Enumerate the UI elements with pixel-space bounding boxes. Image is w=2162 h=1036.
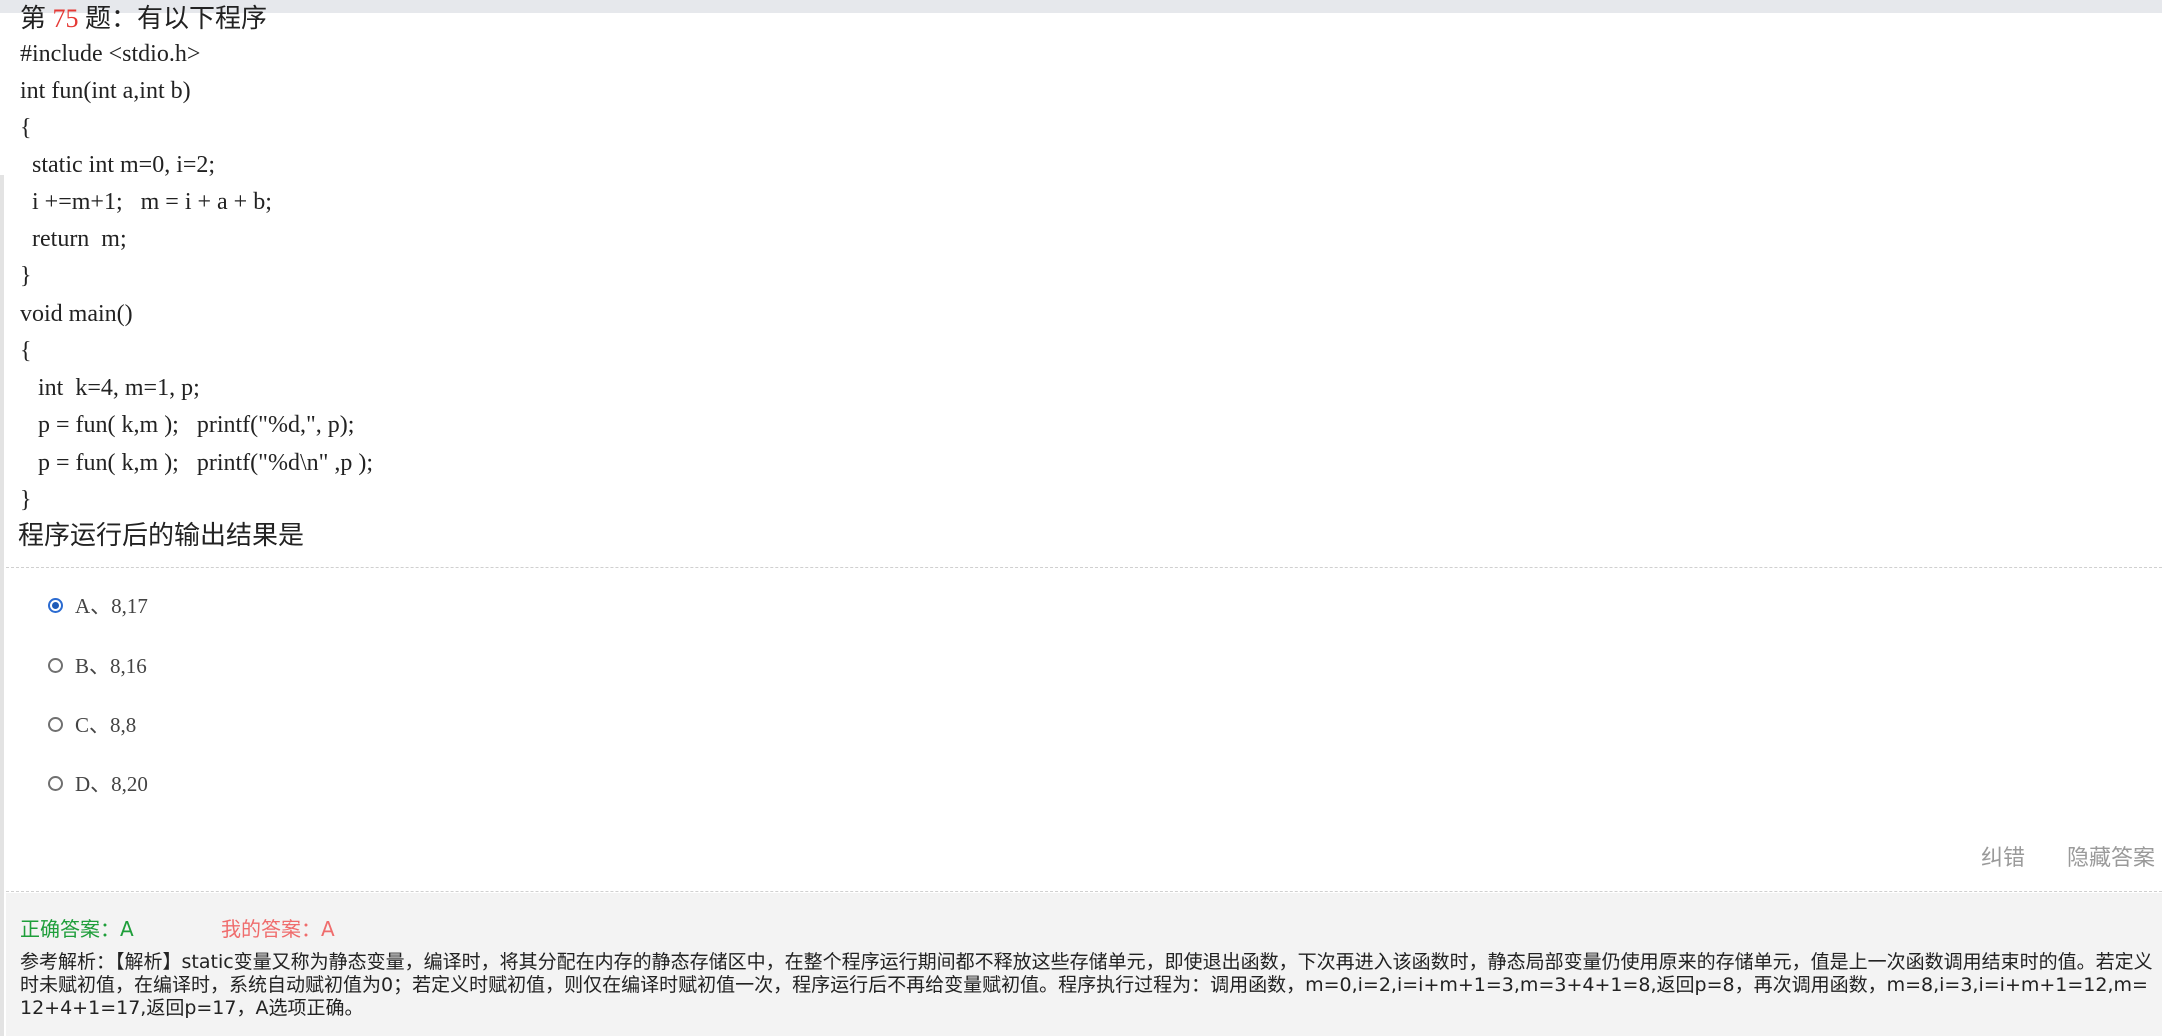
option-c[interactable]: C、8,8 <box>48 704 136 744</box>
question-prefix: 第 <box>20 4 47 33</box>
code-line: int fun(int a,int b) <box>20 78 191 104</box>
code-line: } <box>20 263 32 289</box>
answer-panel: 正确答案：A 我的答案：A 参考解析：【解析】static变量又称为静态变量，编… <box>6 893 2162 1036</box>
correct-answer: 正确答案：A <box>20 917 134 941</box>
code-line: i +=m+1; m = i + a + b; <box>20 189 272 215</box>
code-line: p = fun( k,m ); printf("%d\n" ,p ); <box>20 450 374 476</box>
option-label: C、8,8 <box>75 713 137 737</box>
option-b[interactable]: B、8,16 <box>48 645 147 685</box>
option-label: A、8,17 <box>75 594 148 618</box>
option-d[interactable]: D、8,20 <box>48 763 148 803</box>
code-line: p = fun( k,m ); printf("%d,", p); <box>20 412 355 438</box>
code-line: { <box>20 338 32 364</box>
question-title: 题：有以下程序 <box>85 4 268 33</box>
code-line: int k=4, m=1, p; <box>20 375 200 401</box>
code-line: static int m=0, i=2; <box>20 152 216 178</box>
code-line: #include <stdio.h> <box>20 41 201 67</box>
answer-explanation: 参考解析：【解析】static变量又称为静态变量，编译时，将其分配在内存的静态存… <box>20 951 2153 1019</box>
hide-answer-link[interactable]: 隐藏答案 <box>2067 840 2155 872</box>
radio-button[interactable] <box>48 716 63 732</box>
code-line: } <box>20 487 32 513</box>
divider <box>6 891 2162 892</box>
question-number: 75 <box>52 4 79 33</box>
option-a[interactable]: A、8,17 <box>48 585 148 625</box>
option-label: D、8,20 <box>75 772 148 796</box>
divider <box>6 567 2162 568</box>
radio-button[interactable] <box>48 775 63 791</box>
left-border <box>0 175 4 1036</box>
my-answer: 我的答案：A <box>221 917 335 941</box>
code-line: void main() <box>20 301 133 327</box>
code-line: return m; <box>20 226 127 252</box>
option-label: B、8,16 <box>75 654 147 678</box>
radio-button[interactable] <box>48 657 63 673</box>
radio-button-checked[interactable] <box>48 597 63 613</box>
question-prompt: 程序运行后的输出结果是 <box>18 521 305 551</box>
code-line: { <box>20 115 32 141</box>
question-header: 第 75 题：有以下程序 <box>20 4 267 34</box>
report-error-link[interactable]: 纠错 <box>1981 840 2025 872</box>
top-scroll-strip <box>0 0 2162 13</box>
